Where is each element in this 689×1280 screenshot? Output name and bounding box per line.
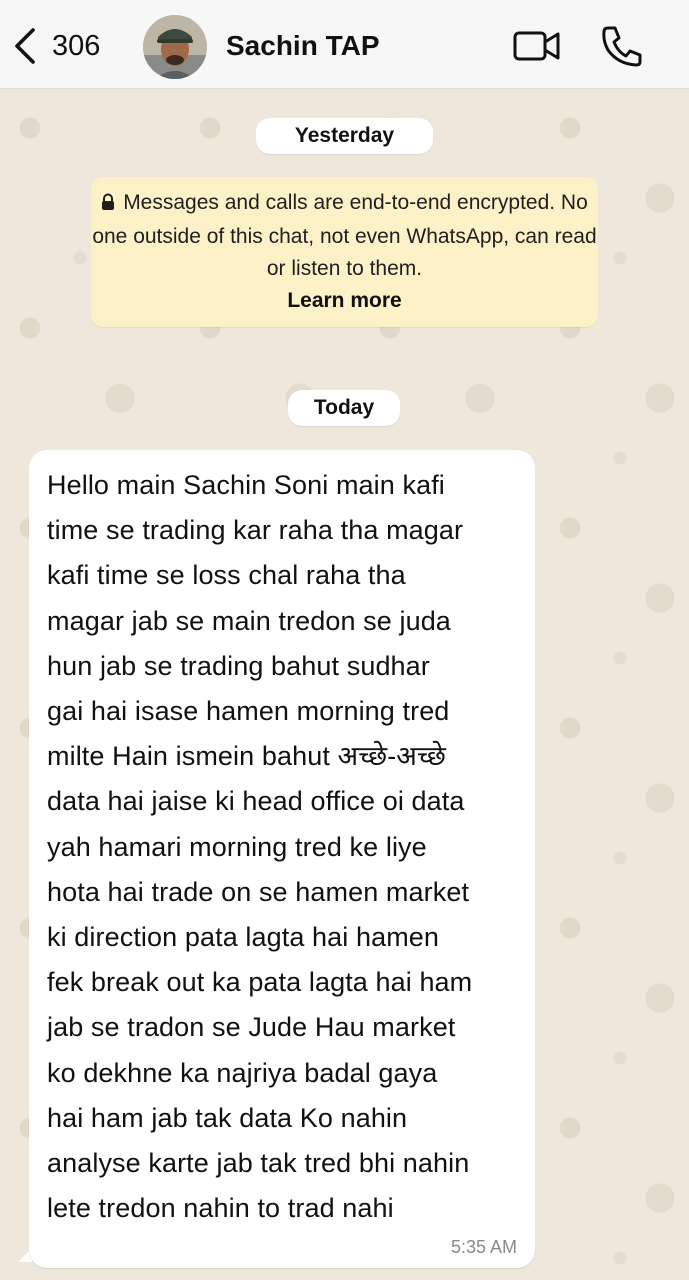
back-button[interactable]: 306 — [12, 22, 100, 70]
phone-icon — [600, 26, 642, 72]
avatar[interactable] — [143, 15, 207, 79]
date-separator: Yesterday — [256, 118, 433, 154]
chevron-left-icon — [12, 26, 38, 66]
video-call-icon — [512, 31, 562, 70]
message-text: Hello main Sachin Soni main kafi time se… — [47, 470, 473, 1224]
message-timestamp: 5:35 AM — [450, 1237, 517, 1257]
video-call-button[interactable] — [512, 26, 562, 71]
date-separator: Today — [288, 390, 400, 426]
voice-call-button[interactable] — [600, 24, 642, 73]
encryption-text: Messages and calls are end-to-end encryp… — [92, 191, 597, 280]
unread-count: 306 — [52, 29, 101, 62]
learn-more-link[interactable]: Learn more — [91, 285, 598, 317]
encryption-notice[interactable]: Messages and calls are end-to-end encryp… — [91, 177, 598, 327]
chat-header: 306 Sachin TAP — [0, 0, 689, 89]
incoming-message[interactable]: Hello main Sachin Soni main kafi time se… — [29, 450, 535, 1268]
contact-name[interactable]: Sachin TAP — [226, 30, 380, 62]
lock-icon — [101, 189, 115, 221]
